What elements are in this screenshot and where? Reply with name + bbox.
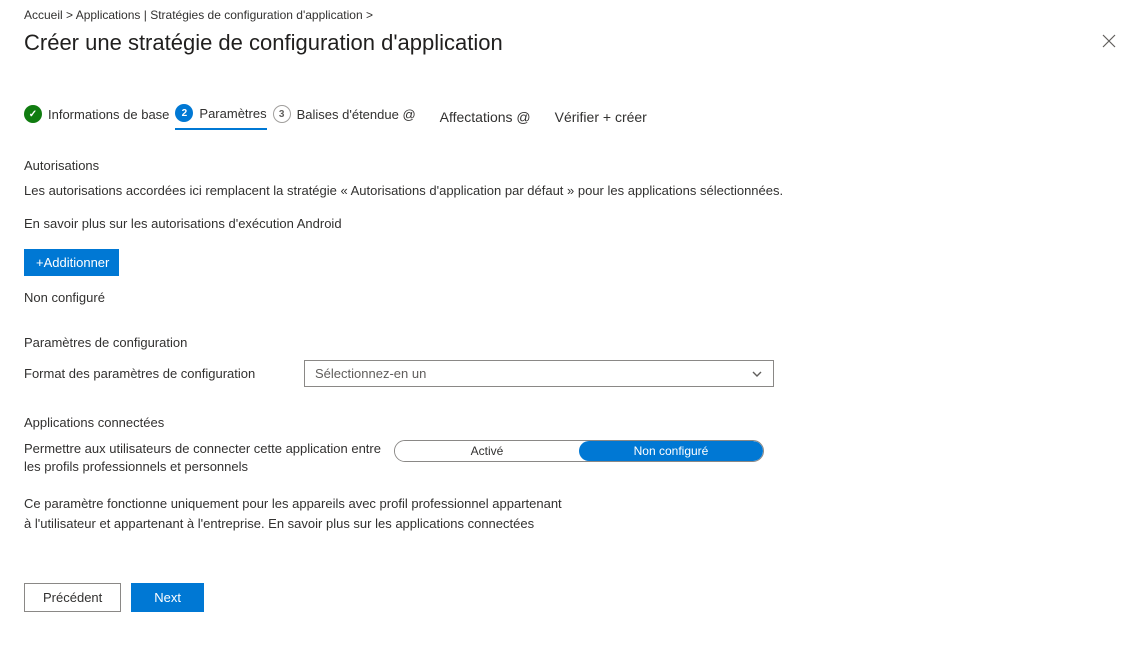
permissions-header: Autorisations xyxy=(24,158,1120,173)
step-settings[interactable]: 2 Paramètres xyxy=(175,104,266,130)
previous-button[interactable]: Précédent xyxy=(24,583,121,612)
connected-apps-header: Applications connectées xyxy=(24,415,1120,430)
permissions-status: Non configuré xyxy=(24,290,1120,305)
connected-apps-hint: Ce paramètre fonctionne uniquement pour … xyxy=(24,494,564,533)
check-icon xyxy=(24,105,42,123)
connected-apps-label: Permettre aux utilisateurs de connecter … xyxy=(24,440,394,476)
step-basics[interactable]: Informations de base xyxy=(24,105,169,129)
step-label: Balises d'étendue @ xyxy=(297,107,416,122)
permissions-desc: Les autorisations accordées ici remplace… xyxy=(24,183,1120,198)
close-icon[interactable] xyxy=(1098,30,1120,56)
step-review-create[interactable]: Vérifier + créer xyxy=(555,109,647,125)
config-format-label: Format des paramètres de configuration xyxy=(24,366,304,381)
step-scope-tags[interactable]: 3 Balises d'étendue @ xyxy=(273,105,416,129)
step-number-icon: 3 xyxy=(273,105,291,123)
step-assignments[interactable]: Affectations @ xyxy=(440,109,531,125)
next-button[interactable]: Next xyxy=(131,583,204,612)
wizard-steps: Informations de base 2 Paramètres 3 Bali… xyxy=(24,104,1120,130)
footer-buttons: Précédent Next xyxy=(24,583,1120,612)
toggle-option-enabled[interactable]: Activé xyxy=(395,441,579,461)
chevron-down-icon xyxy=(751,368,763,380)
add-button[interactable]: +Additionner xyxy=(24,249,119,276)
add-button-label: +Additionner xyxy=(36,255,109,270)
breadcrumb[interactable]: Accueil > Applications | Stratégies de c… xyxy=(24,8,1120,22)
step-label: Informations de base xyxy=(48,107,169,122)
config-format-select[interactable]: Sélectionnez-en un xyxy=(304,360,774,387)
config-settings-header: Paramètres de configuration xyxy=(24,335,1120,350)
step-label: Paramètres xyxy=(199,106,266,121)
connected-apps-toggle[interactable]: Activé Non configuré xyxy=(394,440,764,462)
select-placeholder: Sélectionnez-en un xyxy=(315,366,426,381)
toggle-option-not-configured[interactable]: Non configuré xyxy=(579,441,763,461)
step-number-icon: 2 xyxy=(175,104,193,122)
page-title: Créer une stratégie de configuration d'a… xyxy=(24,30,503,56)
permissions-learn-link[interactable]: En savoir plus sur les autorisations d'e… xyxy=(24,216,1120,231)
